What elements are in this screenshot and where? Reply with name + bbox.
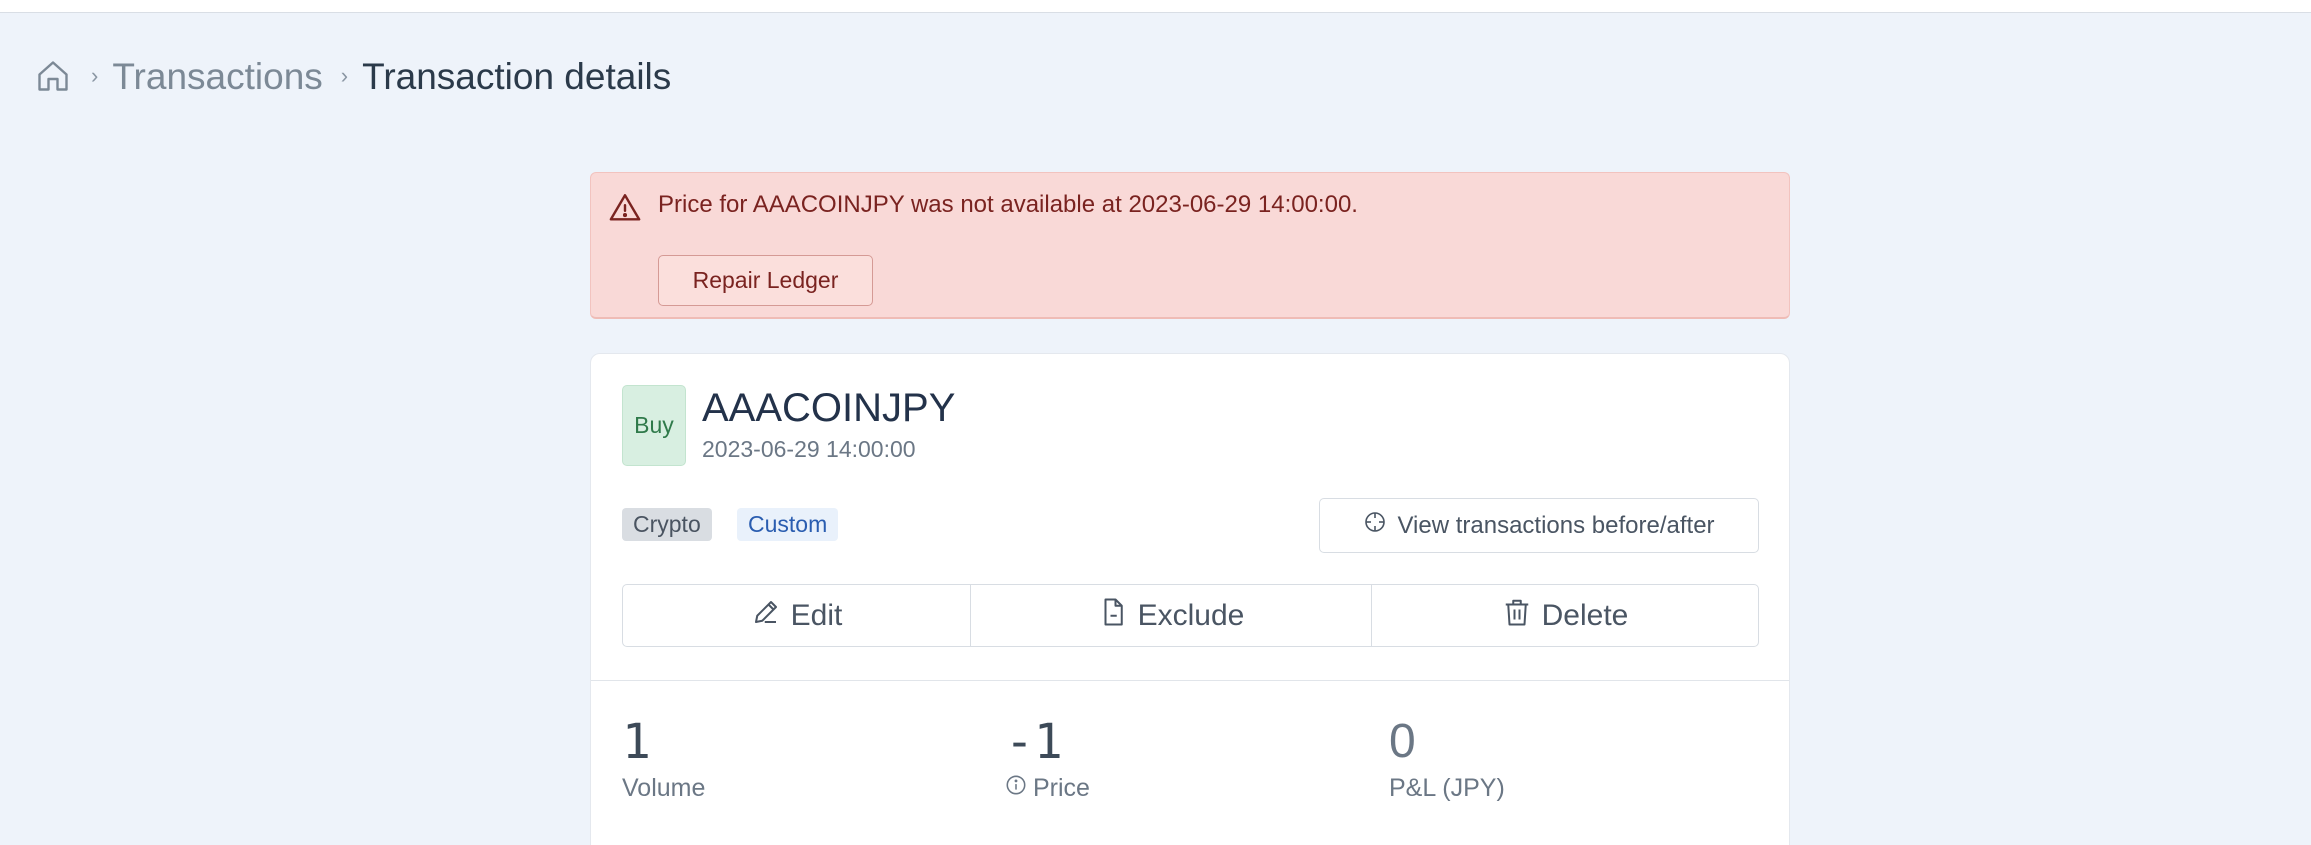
exclude-label: Exclude bbox=[1137, 598, 1245, 632]
action-button-group: Edit Exclude Delete bbox=[622, 584, 1759, 647]
top-divider bbox=[0, 12, 2311, 13]
exclude-button[interactable]: Exclude bbox=[971, 585, 1372, 646]
breadcrumb-transactions-link[interactable]: Transactions bbox=[112, 58, 322, 95]
price-label-text: Price bbox=[1033, 774, 1090, 802]
tag-custom[interactable]: Custom bbox=[737, 508, 839, 541]
warning-triangle-icon bbox=[608, 191, 642, 225]
price-label: Price bbox=[1005, 774, 1090, 803]
delete-button[interactable]: Delete bbox=[1372, 585, 1758, 646]
pnl-label: P&L (JPY) bbox=[1389, 774, 1505, 803]
view-transactions-button[interactable]: View transactions before/after bbox=[1319, 498, 1759, 553]
edit-button[interactable]: Edit bbox=[623, 585, 971, 646]
pnl-value: 0 bbox=[1389, 715, 1416, 768]
tag-crypto[interactable]: Crypto bbox=[622, 508, 712, 541]
breadcrumb-separator: › bbox=[340, 63, 349, 88]
home-icon[interactable] bbox=[33, 56, 73, 96]
trash-icon bbox=[1502, 597, 1532, 635]
view-transactions-label: View transactions before/after bbox=[1397, 511, 1715, 539]
breadcrumb: › Transactions › Transaction details bbox=[33, 52, 671, 100]
breadcrumb-separator: › bbox=[91, 63, 99, 88]
alert-message: Price for AAACOINJPY was not available a… bbox=[658, 191, 1358, 218]
breadcrumb-current: Transaction details bbox=[362, 55, 672, 97]
volume-label-text: Volume bbox=[622, 774, 706, 802]
volume-label: Volume bbox=[622, 774, 705, 803]
pnl-label-text: P&L (JPY) bbox=[1389, 774, 1505, 802]
pencil-icon bbox=[751, 597, 781, 635]
top-bar bbox=[0, 0, 2311, 12]
side-badge: Buy bbox=[622, 385, 686, 466]
transaction-symbol: AAACOINJPY bbox=[702, 386, 956, 430]
volume-value: 1 bbox=[622, 714, 651, 770]
edit-label: Edit bbox=[790, 598, 843, 632]
crosshair-icon bbox=[1363, 510, 1387, 541]
transaction-datetime: 2023-06-29 14:00:00 bbox=[702, 436, 916, 462]
delete-label: Delete bbox=[1541, 598, 1629, 632]
file-minus-icon bbox=[1098, 597, 1128, 635]
info-icon[interactable] bbox=[1005, 774, 1027, 803]
transaction-card: Buy AAACOINJPY 2023-06-29 14:00:00 Crypt… bbox=[590, 353, 1790, 845]
card-divider bbox=[591, 680, 1789, 681]
price-missing-alert: Price for AAACOINJPY was not available a… bbox=[590, 172, 1790, 319]
price-value: -1 bbox=[1005, 714, 1063, 770]
repair-ledger-button[interactable]: Repair Ledger bbox=[658, 255, 873, 306]
